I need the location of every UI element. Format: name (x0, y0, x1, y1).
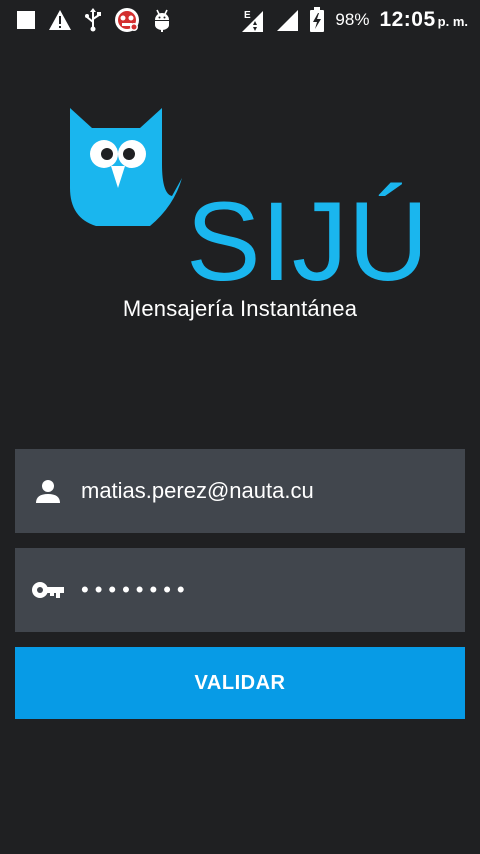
signal-icon (275, 8, 299, 32)
clock-ampm: p. m. (437, 14, 468, 29)
app-tagline: Mensajería Instantánea (122, 296, 358, 321)
status-bar-left (16, 7, 172, 33)
person-icon (15, 477, 81, 505)
brand-name: SIJÚ (186, 179, 420, 286)
password-field[interactable]: •••••••• (15, 548, 465, 632)
warning-icon (48, 9, 72, 31)
clock: 12:05 p. m. (379, 8, 468, 32)
key-icon (15, 579, 81, 601)
svg-text:E: E (244, 10, 251, 21)
siju-logo: SIJÚ (70, 108, 420, 286)
email-field[interactable] (15, 449, 465, 533)
battery-charging-icon (309, 7, 325, 33)
owl-icon (70, 108, 182, 226)
android-debug-icon (152, 8, 172, 32)
app-notification-icon (114, 7, 140, 33)
signal-e-icon: E (241, 7, 265, 33)
password-input[interactable]: •••••••• (81, 548, 465, 632)
clock-time: 12:05 (379, 8, 436, 31)
battery-percentage: 98% (335, 10, 370, 29)
status-bar: E 98% 12:05 p. m. (0, 0, 480, 40)
usb-icon (84, 8, 102, 32)
login-screen: E 98% 12:05 p. m. SIJÚ Mensajería Instant… (0, 0, 480, 854)
validate-button[interactable]: VALIDAR (15, 647, 465, 719)
status-bar-right: E 98% 12:05 p. m. (241, 7, 468, 33)
stop-square-icon (16, 10, 36, 30)
email-input[interactable] (81, 449, 465, 533)
